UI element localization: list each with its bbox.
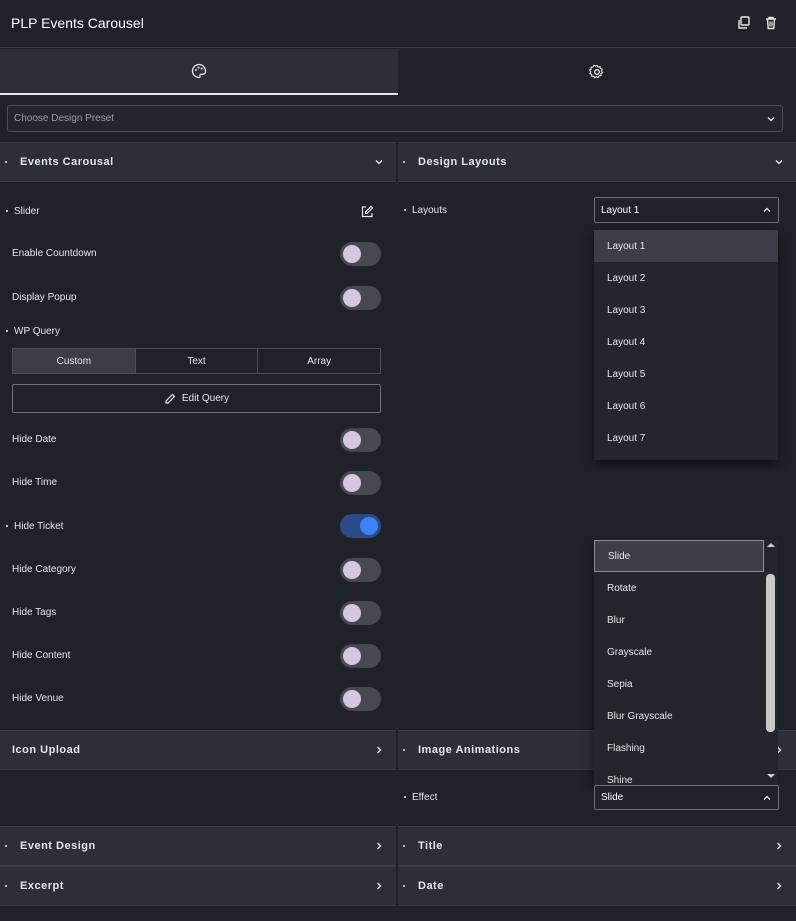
effect-option[interactable]: Blur Grayscale — [594, 700, 764, 732]
layouts-select[interactable]: Layout 1 — [594, 197, 779, 223]
effect-option[interactable]: Rotate — [594, 572, 764, 604]
hide-venue-toggle[interactable] — [340, 687, 381, 711]
layout-option[interactable]: Layout 1 — [594, 230, 778, 262]
trash-icon[interactable] — [763, 15, 779, 31]
hide-tags-label: Hide Tags — [12, 607, 57, 618]
chevron-right-icon — [377, 882, 382, 890]
layout-option[interactable]: Layout 2 — [594, 262, 778, 294]
hide-date-toggle[interactable] — [340, 428, 381, 452]
wp-query-label: WP Query — [6, 326, 60, 337]
section-title: Icon Upload — [12, 744, 81, 756]
hide-tags-toggle[interactable] — [340, 601, 381, 625]
section-title: Events Carousal — [20, 156, 114, 168]
layout-option[interactable]: Layout 4 — [594, 326, 778, 358]
hide-ticket-label: Hide Ticket — [6, 521, 63, 532]
section-date[interactable]: Date — [398, 866, 796, 906]
hide-content-label: Hide Content — [12, 650, 71, 661]
query-tab-array[interactable]: Array — [258, 349, 380, 373]
effect-option[interactable]: Shine — [594, 764, 764, 786]
enable-countdown-label: Enable Countdown — [12, 248, 97, 259]
effect-option[interactable]: Slide — [594, 540, 764, 572]
effect-label: Effect — [404, 792, 437, 803]
palette-icon — [191, 63, 207, 79]
effect-option[interactable]: Grayscale — [594, 636, 764, 668]
chevron-down-icon — [775, 160, 783, 165]
layout-option[interactable]: Layout 5 — [594, 358, 778, 390]
section-excerpt[interactable]: Excerpt — [0, 866, 396, 906]
enable-countdown-toggle[interactable] — [340, 242, 381, 266]
hide-category-label: Hide Category — [12, 564, 76, 575]
section-title: Title — [418, 840, 443, 852]
layouts-dropdown: Layout 1 Layout 2 Layout 3 Layout 4 Layo… — [594, 230, 778, 460]
query-tab-text[interactable]: Text — [136, 349, 259, 373]
chevron-up-icon — [763, 207, 771, 212]
chevron-down-icon — [767, 116, 775, 121]
gear-icon — [589, 64, 604, 79]
hide-time-toggle[interactable] — [340, 471, 381, 495]
effect-selected-value: Slide — [601, 792, 624, 803]
chevron-right-icon — [377, 842, 382, 850]
effect-dropdown: Slide Rotate Blur Grayscale Sepia Blur G… — [594, 540, 764, 785]
design-preset-select[interactable]: Choose Design Preset — [7, 105, 783, 132]
effect-option[interactable]: Flashing — [594, 732, 764, 764]
layout-option[interactable]: Layout 6 — [594, 390, 778, 422]
hide-date-label: Hide Date — [12, 434, 57, 445]
edit-query-label: Edit Query — [181, 393, 230, 404]
query-type-tabs: Custom Text Array — [12, 348, 381, 374]
section-title: Image Animations — [418, 744, 521, 756]
section-title: Design Layouts — [418, 156, 507, 168]
panel-tabs — [0, 49, 796, 95]
hide-category-toggle[interactable] — [340, 558, 381, 582]
section-events-carousal[interactable]: Events Carousal — [0, 142, 396, 182]
edit-query-button[interactable]: Edit Query — [12, 384, 381, 413]
title-bar: PLP Events Carousel — [0, 0, 796, 48]
layouts-label: Layouts — [404, 205, 447, 216]
copy-icon[interactable] — [736, 15, 752, 31]
layout-option[interactable]: Layout 7 — [594, 422, 778, 454]
effect-scrollbar[interactable] — [764, 540, 778, 785]
effect-option[interactable]: Blur — [594, 604, 764, 636]
scroll-down-arrow-icon — [767, 774, 775, 778]
hide-venue-label: Hide Venue — [12, 693, 64, 704]
layouts-selected-value: Layout 1 — [601, 204, 640, 216]
chevron-right-icon — [377, 746, 382, 754]
section-title: Event Design — [20, 840, 96, 852]
display-popup-toggle[interactable] — [340, 286, 381, 310]
section-title: Date — [418, 880, 444, 892]
section-icon-upload[interactable]: Icon Upload — [0, 730, 396, 770]
section-title-settings[interactable]: Title — [398, 826, 796, 866]
layout-option[interactable]: Layout 3 — [594, 294, 778, 326]
hide-time-label: Hide Time — [12, 477, 58, 488]
chevron-down-icon — [375, 160, 383, 165]
effect-option[interactable]: Sepia — [594, 668, 764, 700]
tab-settings[interactable] — [398, 49, 796, 95]
chevron-right-icon — [777, 842, 782, 850]
effect-select[interactable]: Slide — [594, 785, 779, 810]
chevron-up-icon — [763, 795, 771, 800]
hide-ticket-toggle[interactable] — [340, 514, 381, 538]
slider-label: Slider — [6, 206, 40, 217]
scroll-up-arrow-icon — [767, 543, 775, 547]
display-popup-label: Display Popup — [12, 292, 77, 303]
section-event-design[interactable]: Event Design — [0, 826, 396, 866]
pencil-icon — [165, 393, 176, 404]
scrollbar-thumb[interactable] — [766, 574, 775, 732]
design-preset-placeholder: Choose Design Preset — [14, 113, 115, 124]
chevron-right-icon — [777, 882, 782, 890]
edit-icon[interactable] — [360, 205, 374, 222]
section-title: Excerpt — [20, 880, 64, 892]
query-tab-custom[interactable]: Custom — [13, 349, 136, 373]
hide-content-toggle[interactable] — [340, 644, 381, 668]
tab-design[interactable] — [0, 49, 398, 95]
section-design-layouts[interactable]: Design Layouts — [398, 142, 796, 182]
app-title: PLP Events Carousel — [11, 15, 144, 31]
